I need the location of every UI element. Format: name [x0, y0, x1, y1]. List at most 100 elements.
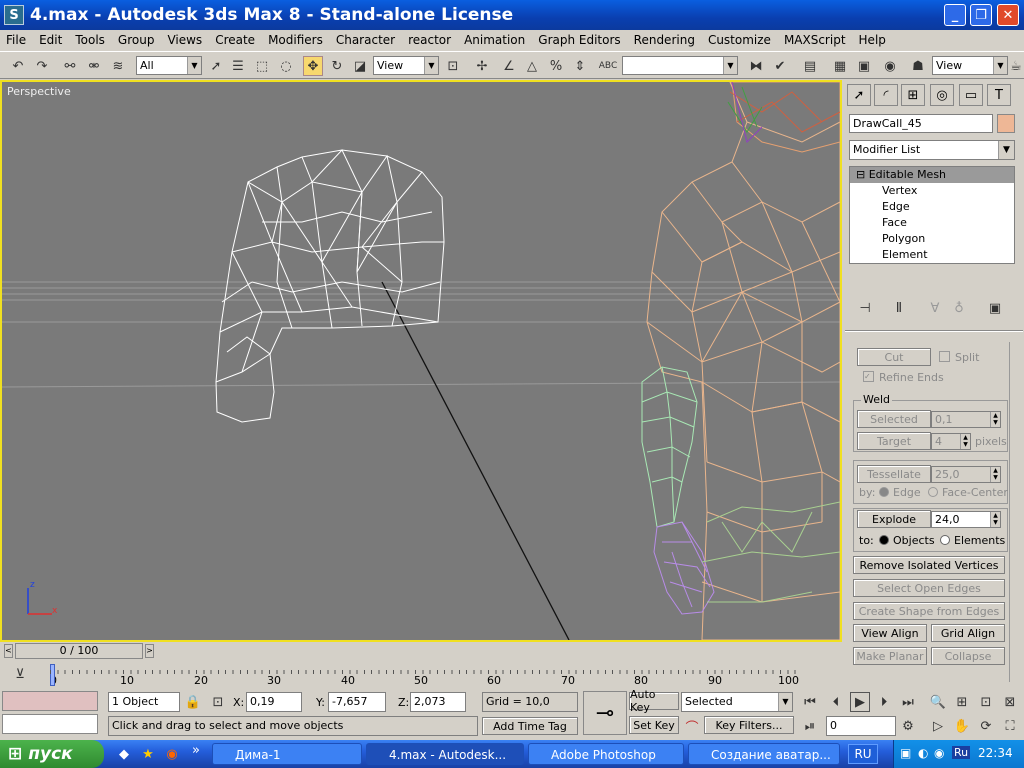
quicklaunch-app3-icon[interactable]: ◉ — [162, 744, 182, 764]
goto-start-icon[interactable]: ⏮ — [800, 692, 820, 712]
split-checkbox[interactable] — [939, 351, 950, 362]
weld-target-spinner[interactable]: 4 ▲ ▼ — [931, 433, 971, 450]
show-end-result-icon[interactable]: Ⅱ — [889, 298, 909, 318]
remove-isolated-vertices-button[interactable]: Remove Isolated Vertices — [853, 556, 1005, 574]
next-key-icon[interactable]: ⏵ — [874, 692, 894, 712]
time-slider-track[interactable]: < 0 / 100 > — [0, 642, 160, 660]
pants-mesh[interactable] — [701, 501, 840, 603]
stack-item-element[interactable]: Element — [850, 247, 1014, 263]
create-shape-from-edges-button[interactable]: Create Shape from Edges — [853, 602, 1005, 620]
pivot-center-icon[interactable]: ⊡ — [443, 56, 463, 76]
maxscript-input-mini[interactable] — [2, 714, 98, 734]
unlink-icon[interactable]: ⚮ — [84, 56, 104, 76]
tray-lang-indicator[interactable]: Ru — [952, 746, 971, 759]
percent-snap-icon[interactable]: % — [546, 56, 566, 76]
by-face-center-radio[interactable] — [928, 487, 938, 497]
arc-rotate-icon[interactable]: ⟳ — [976, 716, 996, 736]
viewport-label[interactable]: Perspective — [7, 85, 71, 98]
jacket-mesh[interactable] — [215, 149, 445, 423]
play-icon[interactable]: ▶ — [850, 692, 870, 712]
cut-button[interactable]: Cut — [857, 348, 931, 366]
maximize-viewport-icon[interactable]: ⛶ — [1000, 716, 1020, 736]
close-button[interactable]: ✕ — [997, 4, 1019, 26]
task-folder[interactable]: Дима-1 — [212, 743, 362, 765]
menu-maxscript[interactable]: MAXScript — [778, 33, 853, 47]
selection-filter-dropdown[interactable]: All ▼ — [136, 56, 202, 75]
spinner-snap-icon[interactable]: ⇕ — [570, 56, 590, 76]
menu-tools[interactable]: Tools — [69, 33, 112, 47]
hierarchy-tab-icon[interactable]: ⊞ — [901, 84, 925, 106]
object-color-swatch[interactable] — [997, 114, 1015, 133]
quicklaunch-more-icon[interactable]: » — [186, 740, 206, 760]
menu-modifiers[interactable]: Modifiers — [262, 33, 330, 47]
select-object-icon[interactable]: ➚ — [206, 56, 226, 76]
start-button[interactable]: ⊞ пуск — [0, 740, 104, 768]
tray-network-icon[interactable]: ▣ — [900, 746, 911, 760]
z-coord-field[interactable]: 2,073 — [410, 692, 466, 712]
menu-views[interactable]: Views — [161, 33, 209, 47]
pan-icon[interactable]: ✋ — [952, 716, 972, 736]
motion-tab-icon[interactable]: ◎ — [930, 84, 954, 106]
select-link-icon[interactable]: ⚯ — [60, 56, 80, 76]
menu-file[interactable]: File — [0, 33, 33, 47]
quicklaunch-app1-icon[interactable]: ◆ — [114, 744, 134, 764]
to-elements-radio[interactable] — [940, 535, 950, 545]
head-mesh[interactable] — [727, 82, 840, 153]
task-browser[interactable]: Создание аватар... — [688, 743, 840, 765]
redo-icon[interactable]: ↷ — [32, 56, 52, 76]
prev-frame-icon[interactable]: < — [4, 644, 13, 658]
collapse-button[interactable]: Collapse — [931, 647, 1005, 665]
select-by-name-icon[interactable]: ☰ — [228, 56, 248, 76]
zoom-icon[interactable]: 🔍 — [928, 692, 948, 712]
lock-icon[interactable]: 🔒 — [183, 692, 203, 712]
select-open-edges-button[interactable]: Select Open Edges — [853, 579, 1005, 597]
trackbar[interactable]: ⊻ 0 10 20 30 40 50 60 70 80 90 100 — [0, 660, 842, 688]
mirror-icon[interactable]: ⧓ — [746, 56, 766, 76]
refine-ends-checkbox[interactable]: ✓ — [863, 371, 874, 382]
auto-key-button[interactable]: Auto Key — [629, 688, 679, 714]
stack-item-face[interactable]: Face — [850, 215, 1014, 231]
zoom-all-icon[interactable]: ⊞ — [952, 692, 972, 712]
configure-modifier-sets-icon[interactable]: ▣ — [985, 298, 1005, 318]
tray-volume-icon[interactable]: ◐ — [918, 746, 928, 760]
angle-snap-icon[interactable]: △ — [522, 56, 542, 76]
zoom-extents-icon[interactable]: ⊡ — [976, 692, 996, 712]
y-coord-field[interactable]: -7,657 — [328, 692, 386, 712]
prev-key-icon[interactable]: ⏴ — [826, 692, 846, 712]
create-tab-icon[interactable]: ➚ — [847, 84, 871, 106]
stack-item-edge[interactable]: Edge — [850, 199, 1014, 215]
weld-target-button[interactable]: Target — [857, 432, 931, 450]
explode-angle-spinner[interactable]: 24,0 ▲ ▼ — [931, 511, 1001, 528]
modifier-list-dropdown[interactable]: Modifier List ▼ — [849, 140, 1015, 160]
language-bar[interactable]: RU — [848, 744, 878, 764]
key-filters-button[interactable]: Key Filters... — [704, 716, 794, 734]
menu-reactor[interactable]: reactor — [402, 33, 458, 47]
current-frame-marker[interactable] — [50, 664, 55, 686]
remove-modifier-icon[interactable]: ♁ — [949, 298, 969, 318]
key-mode-toggle-icon[interactable]: ⏯ — [800, 716, 820, 736]
make-planar-button[interactable]: Make Planar — [853, 647, 927, 665]
default-tangent-icon[interactable]: ⌒ — [682, 716, 702, 736]
open-mini-curve-editor-icon[interactable]: ⊻ — [10, 664, 30, 684]
x-coord-field[interactable]: 0,19 — [246, 692, 302, 712]
pin-stack-icon[interactable]: ⊣ — [855, 298, 875, 318]
ref-coord-dropdown[interactable]: View ▼ — [373, 56, 439, 75]
menu-group[interactable]: Group — [112, 33, 162, 47]
tessellate-button[interactable]: Tessellate — [857, 465, 931, 483]
undo-icon[interactable]: ↶ — [8, 56, 28, 76]
menu-customize[interactable]: Customize — [702, 33, 778, 47]
weld-threshold-spinner[interactable]: 0,1 ▲ ▼ — [931, 411, 1001, 428]
layer-manager-icon[interactable]: ▤ — [800, 56, 820, 76]
stack-item-polygon[interactable]: Polygon — [850, 231, 1014, 247]
menu-edit[interactable]: Edit — [33, 33, 69, 47]
absolute-mode-icon[interactable]: ⊡ — [208, 692, 228, 712]
task-photoshop[interactable]: Adobe Photoshop — [528, 743, 684, 765]
window-crossing-icon[interactable]: ◌ — [276, 56, 296, 76]
by-edge-radio[interactable] — [879, 487, 889, 497]
menu-help[interactable]: Help — [853, 33, 893, 47]
object-name-field[interactable]: DrawCall_45 — [849, 114, 993, 133]
menu-animation[interactable]: Animation — [458, 33, 532, 47]
current-frame-field[interactable]: 0 — [826, 716, 896, 736]
stack-item-vertex[interactable]: Vertex — [850, 183, 1014, 199]
panel-scrollbar[interactable] — [1009, 342, 1021, 682]
